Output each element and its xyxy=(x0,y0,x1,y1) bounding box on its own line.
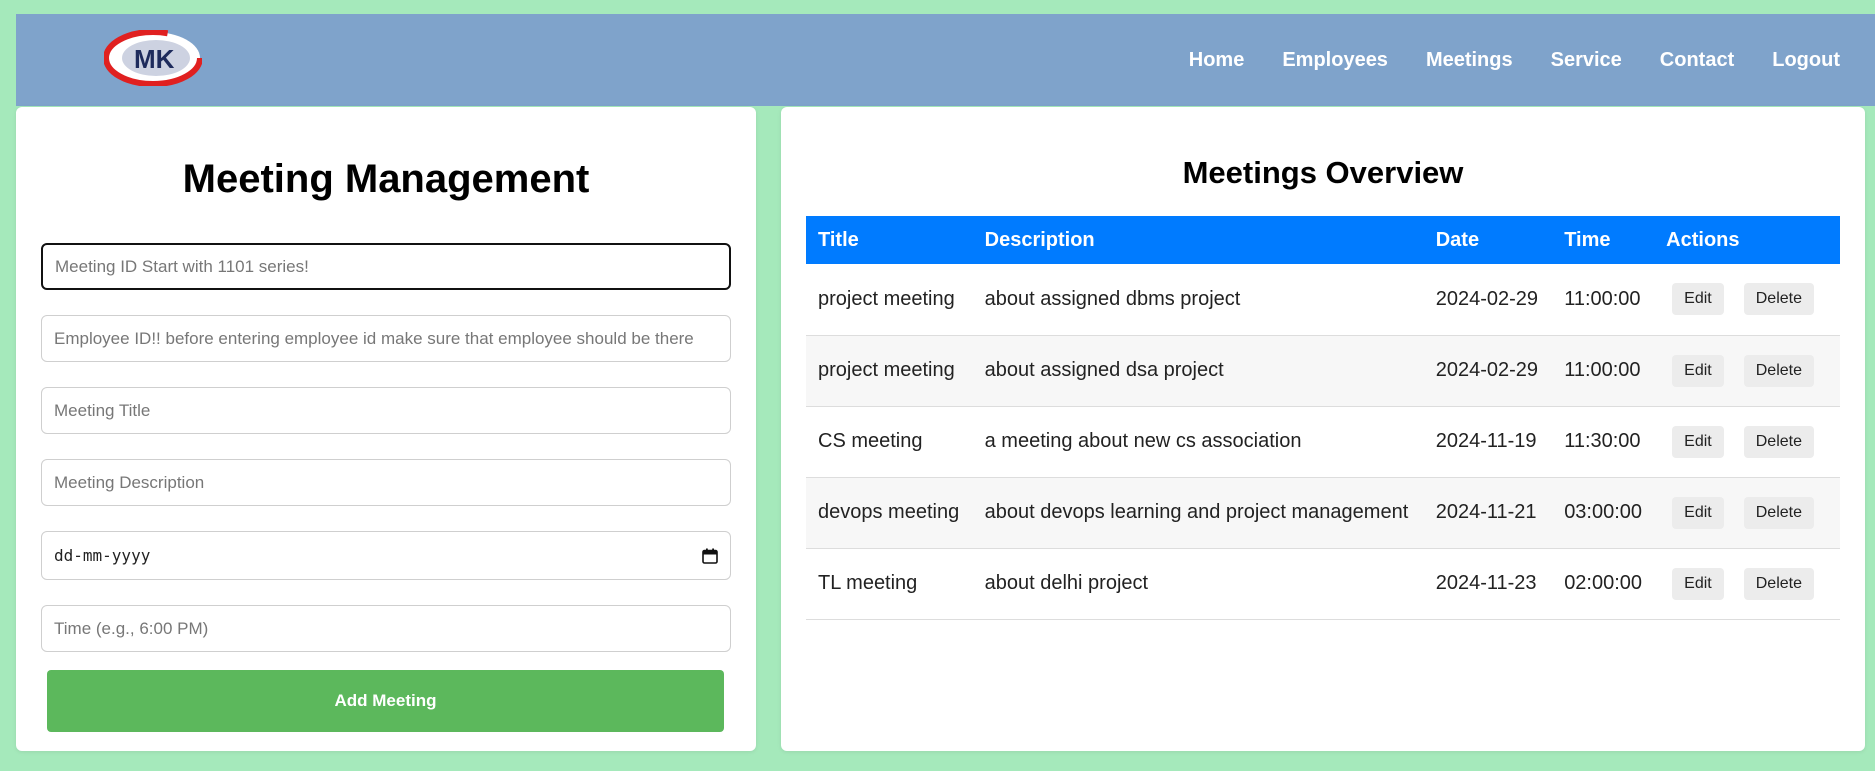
edit-button[interactable]: Edit xyxy=(1672,283,1724,316)
calendar-icon[interactable] xyxy=(702,548,718,564)
cell-date: 2024-11-19 xyxy=(1423,406,1553,478)
nav-employees[interactable]: Employees xyxy=(1282,49,1388,72)
col-title: Title xyxy=(806,216,973,264)
edit-button[interactable]: Edit xyxy=(1672,496,1724,529)
cell-time: 11:00:00 xyxy=(1552,335,1655,407)
cell-title: CS meeting xyxy=(806,406,973,478)
edit-button[interactable]: Edit xyxy=(1672,354,1724,387)
cell-date: 2024-02-29 xyxy=(1423,264,1553,336)
meeting-time-input[interactable] xyxy=(41,605,731,652)
cell-description: a meeting about new cs association xyxy=(972,406,1424,478)
nav-meetings[interactable]: Meetings xyxy=(1426,49,1513,72)
nav-links: Home Employees Meetings Service Contact … xyxy=(1189,14,1840,106)
cell-description: about devops learning and project manage… xyxy=(972,477,1424,549)
date-placeholder: dd-mm-yyyy xyxy=(54,546,151,565)
navbar: MK Home Employees Meetings Service Conta… xyxy=(16,14,1875,106)
add-meeting-button[interactable]: Add Meeting xyxy=(47,670,724,732)
nav-contact[interactable]: Contact xyxy=(1660,49,1734,72)
col-date: Date xyxy=(1423,216,1553,264)
overview-title: Meetings Overview xyxy=(1182,155,1464,190)
edit-button[interactable]: Edit xyxy=(1672,425,1724,458)
table-row: project meeting about assigned dbms proj… xyxy=(806,264,1840,336)
cell-actions: Edit Delete xyxy=(1654,548,1840,620)
cell-description: about delhi project xyxy=(972,548,1424,620)
nav-home[interactable]: Home xyxy=(1189,49,1245,72)
cell-date: 2024-11-21 xyxy=(1423,477,1553,549)
table-row: devops meeting about devops learning and… xyxy=(806,477,1840,549)
cell-time: 11:00:00 xyxy=(1552,264,1655,336)
delete-button[interactable]: Delete xyxy=(1743,496,1814,529)
delete-button[interactable]: Delete xyxy=(1743,283,1814,316)
cell-title: TL meeting xyxy=(806,548,973,620)
table-row: project meeting about assigned dsa proje… xyxy=(806,335,1840,407)
cell-title: project meeting xyxy=(806,264,973,336)
cell-date: 2024-11-23 xyxy=(1423,548,1553,620)
cell-actions: Edit Delete xyxy=(1654,335,1840,407)
table-header-row: Title Description Date Time Actions xyxy=(806,216,1840,264)
cell-description: about assigned dsa project xyxy=(972,335,1424,407)
meetings-table: Title Description Date Time Actions proj… xyxy=(806,216,1840,620)
cell-date: 2024-02-29 xyxy=(1423,335,1553,407)
meeting-date-input[interactable]: dd-mm-yyyy xyxy=(41,531,731,580)
employee-id-input[interactable] xyxy=(41,315,731,362)
cell-title: devops meeting xyxy=(806,477,973,549)
delete-button[interactable]: Delete xyxy=(1743,354,1814,387)
meetings-overview-card: Meetings Overview Title Description Date… xyxy=(781,107,1865,751)
delete-button[interactable]: Delete xyxy=(1743,425,1814,458)
nav-service[interactable]: Service xyxy=(1551,49,1622,72)
cell-time: 03:00:00 xyxy=(1552,477,1655,549)
col-time: Time xyxy=(1552,216,1655,264)
cell-title: project meeting xyxy=(806,335,973,407)
logo[interactable]: MK xyxy=(103,29,203,87)
delete-button[interactable]: Delete xyxy=(1743,567,1814,600)
nav-logout[interactable]: Logout xyxy=(1772,49,1840,72)
meeting-id-input[interactable] xyxy=(41,243,731,290)
meeting-description-input[interactable] xyxy=(41,459,731,506)
cell-time: 02:00:00 xyxy=(1552,548,1655,620)
logo-text: MK xyxy=(134,44,175,74)
cell-actions: Edit Delete xyxy=(1654,406,1840,478)
col-description: Description xyxy=(972,216,1424,264)
cell-time: 11:30:00 xyxy=(1552,406,1655,478)
table-row: TL meeting about delhi project 2024-11-2… xyxy=(806,548,1840,620)
cell-actions: Edit Delete xyxy=(1654,264,1840,336)
table-row: CS meeting a meeting about new cs associ… xyxy=(806,406,1840,478)
cell-actions: Edit Delete xyxy=(1654,477,1840,549)
meeting-title-input[interactable] xyxy=(41,387,731,434)
meeting-form-card: Meeting Management dd-mm-yyyy Add Meetin… xyxy=(16,107,756,751)
form-title: Meeting Management xyxy=(182,157,590,201)
col-actions: Actions xyxy=(1654,216,1840,264)
edit-button[interactable]: Edit xyxy=(1672,567,1724,600)
cell-description: about assigned dbms project xyxy=(972,264,1424,336)
